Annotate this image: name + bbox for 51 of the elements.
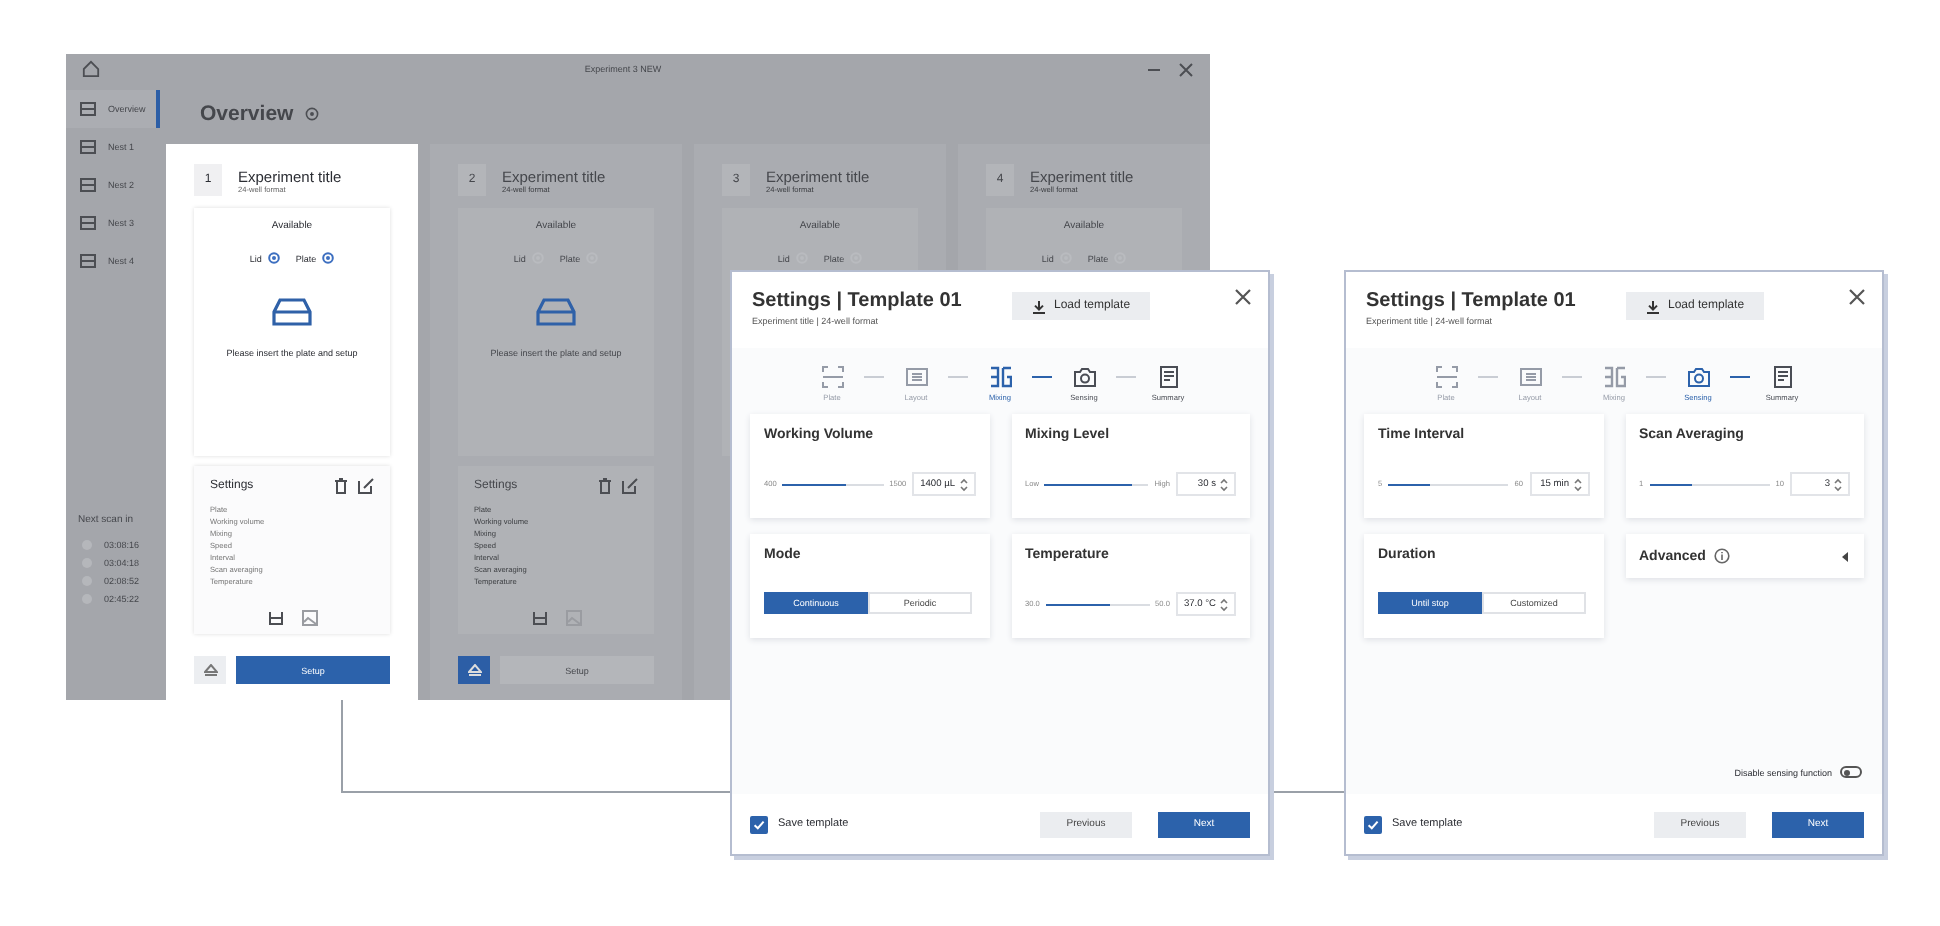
- dialog-title: Settings | Template 01: [1366, 290, 1578, 312]
- tray-icon: [536, 296, 576, 328]
- grid-icon: [1519, 366, 1541, 388]
- eject-button[interactable]: [194, 656, 226, 684]
- eject-icon: [203, 664, 217, 676]
- info-icon[interactable]: [1713, 548, 1730, 564]
- spinner-icon: [1573, 477, 1581, 491]
- document-icon: [1771, 366, 1793, 388]
- settings-icon[interactable]: [303, 106, 320, 122]
- eject-icon: [467, 664, 481, 676]
- document-icon: [1157, 366, 1179, 388]
- toggle-switch[interactable]: [1840, 766, 1862, 778]
- spinner-icon: [1834, 477, 1842, 491]
- plate-tab-icon[interactable]: [267, 610, 283, 626]
- download-icon: [1646, 299, 1660, 313]
- frame-icon: [1435, 366, 1457, 388]
- plate-tab-icon[interactable]: [531, 610, 547, 626]
- page-title: Overview: [200, 102, 294, 126]
- spinner-icon: [1220, 597, 1228, 611]
- mixing-icon: [989, 366, 1011, 388]
- camera-icon: [1687, 366, 1709, 388]
- tray-icon: [80, 254, 96, 268]
- tray-icon: [80, 102, 96, 116]
- image-tab-icon[interactable]: [301, 610, 317, 626]
- checkbox[interactable]: [750, 815, 768, 833]
- edit-icon[interactable]: [622, 478, 638, 494]
- dialog-title: Settings | Template 01: [752, 290, 964, 312]
- tray-icon: [80, 178, 96, 192]
- close-icon[interactable]: [1234, 288, 1252, 306]
- spinner-icon: [959, 477, 967, 491]
- tray-icon: [272, 296, 312, 328]
- eject-button[interactable]: [458, 656, 490, 684]
- mixing-icon: [1603, 366, 1625, 388]
- tray-icon: [80, 140, 96, 154]
- close-icon[interactable]: [1848, 288, 1866, 306]
- download-icon: [1032, 299, 1046, 313]
- status-icon: [267, 252, 280, 264]
- home-icon[interactable]: [82, 60, 100, 78]
- tray-icon: [80, 216, 96, 230]
- frame-icon: [821, 366, 843, 388]
- grid-icon: [905, 366, 927, 388]
- status-icon: [322, 252, 335, 264]
- checkbox[interactable]: [1364, 815, 1382, 833]
- edit-icon[interactable]: [358, 478, 374, 494]
- camera-icon: [1073, 366, 1095, 388]
- close-icon[interactable]: [1178, 61, 1194, 77]
- trash-icon[interactable]: [598, 478, 612, 494]
- spinner-icon: [1220, 477, 1228, 491]
- caret-icon[interactable]: [1840, 551, 1850, 561]
- connector-line: [1271, 791, 1345, 793]
- trash-icon[interactable]: [334, 478, 348, 494]
